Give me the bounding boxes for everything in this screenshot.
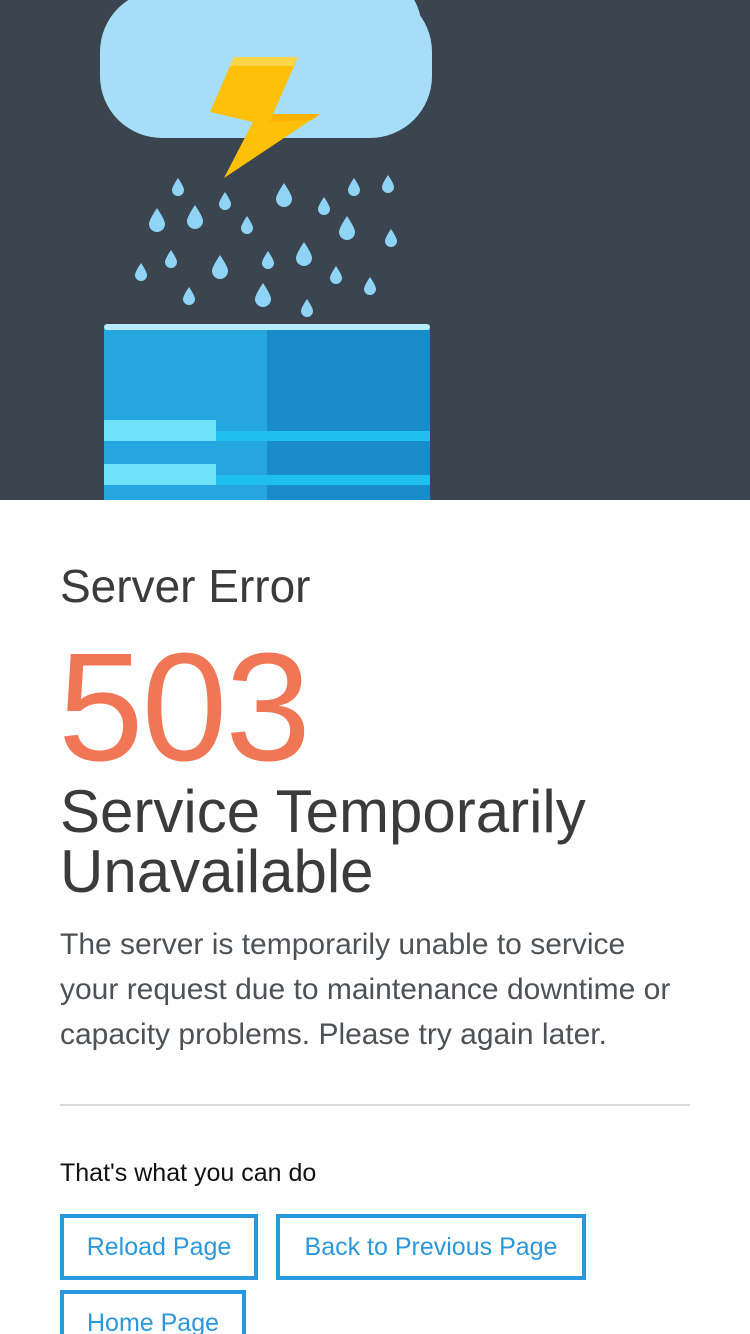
actions-heading: That's what you can do [60,1159,317,1187]
error-description: The server is temporarily unable to serv… [60,928,671,1051]
server-icon [104,324,430,500]
error-page: Server Error 503 Service Temporarily Una… [0,0,750,1334]
back-to-previous-page-button[interactable]: Back to Previous Page [276,1214,586,1280]
rain-drops-icon [135,175,397,317]
error-title: Service Temporarily Unavailable [60,778,586,905]
home-page-button[interactable]: Home Page [60,1290,246,1334]
error-code: 503 [58,621,311,793]
hero-illustration [0,0,750,500]
error-subtitle: Server Error [60,560,311,612]
divider [60,1104,690,1106]
storm-server-illustration [100,0,432,500]
reload-page-button[interactable]: Reload Page [60,1214,258,1280]
